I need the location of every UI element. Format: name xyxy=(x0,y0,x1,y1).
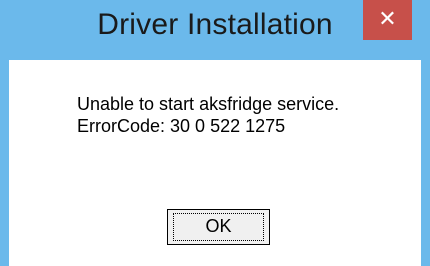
error-message-line-1: Unable to start aksfridge service. xyxy=(77,94,340,114)
ok-button[interactable]: OK xyxy=(167,209,270,245)
close-button[interactable]: ✕ xyxy=(363,0,412,40)
title-bar[interactable]: Driver Installation ✕ xyxy=(0,0,430,60)
error-message: Unable to start aksfridge service. Error… xyxy=(77,93,339,137)
driver-installation-dialog: Driver Installation ✕ Unable to start ak… xyxy=(0,0,430,266)
close-icon: ✕ xyxy=(378,7,397,32)
ok-button-label: OK xyxy=(205,216,232,236)
error-code-line: ErrorCode: 30 0 522 1275 xyxy=(77,116,286,136)
